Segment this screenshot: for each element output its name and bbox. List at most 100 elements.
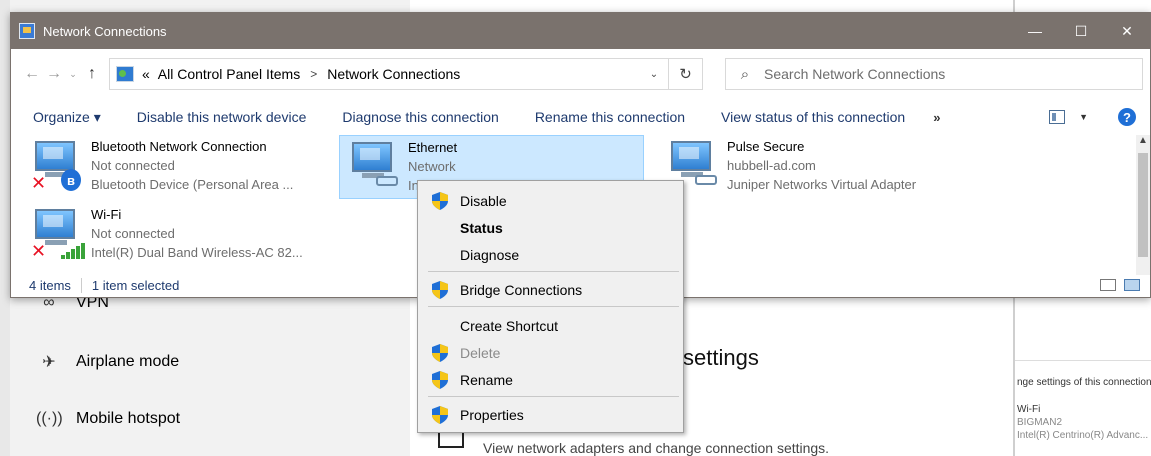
connection-device: Juniper Networks Virtual Adapter (727, 177, 917, 192)
menu-separator (428, 306, 679, 307)
change-view-icon[interactable] (1049, 110, 1066, 124)
menu-item-status[interactable]: Status (418, 214, 683, 241)
bluetooth-icon: ʙ (61, 169, 81, 191)
connection-device: Intel(R) Dual Band Wireless-AC 82... (91, 245, 303, 260)
disconnected-icon: ✕ (31, 173, 47, 193)
view-status-button[interactable]: View status of this connection (703, 109, 923, 125)
window-edge (0, 0, 10, 456)
connection-status: Not connected (91, 158, 175, 173)
airplane-icon: ✈ (42, 354, 56, 371)
up-button[interactable]: ↑ (81, 65, 103, 83)
menu-item-diagnose[interactable]: Diagnose (418, 241, 683, 268)
help-icon[interactable]: ? (1118, 108, 1136, 126)
nav-label: Mobile hotspot (76, 410, 181, 427)
title-bar[interactable]: Network Connections — ☐ ✕ (11, 13, 1150, 49)
adapter-options-description[interactable]: View network adapters and change connect… (483, 440, 829, 456)
details-view-icon[interactable] (1100, 279, 1116, 291)
connection-name: Pulse Secure (727, 139, 805, 154)
search-placeholder: Search Network Connections (764, 66, 946, 82)
nav-item-airplane-mode[interactable]: ✈ Airplane mode (36, 352, 179, 372)
wifi-adapter: Intel(R) Centrino(R) Advanc... (1017, 430, 1149, 441)
vertical-scrollbar[interactable]: ▲ (1136, 135, 1150, 275)
list-item-wifi[interactable]: ✕ Wi-Fi Not connected Intel(R) Dual Band… (11, 203, 331, 267)
cable-icon (695, 175, 717, 185)
menu-item-disable[interactable]: Disable (418, 187, 683, 214)
nav-item-mobile-hotspot[interactable]: ((·)) Mobile hotspot (36, 410, 180, 428)
cable-icon (376, 176, 398, 186)
connection-name: Wi-Fi (91, 207, 122, 222)
menu-label: Diagnose (460, 246, 520, 263)
menu-separator (428, 396, 679, 397)
menu-label: Rename (460, 371, 513, 388)
breadcrumb-overflow[interactable]: « (142, 66, 150, 82)
list-item-bluetooth[interactable]: ✕ ʙ Bluetooth Network Connection Not con… (11, 135, 331, 199)
menu-label: Create Shortcut (460, 317, 559, 334)
connection-status: Network (408, 159, 456, 174)
nav-label: Airplane mode (76, 353, 180, 370)
menu-item-bridge-connections[interactable]: Bridge Connections (418, 276, 683, 303)
rename-connection-button[interactable]: Rename this connection (517, 109, 703, 125)
breadcrumb-all-control-panel-items[interactable]: All Control Panel Items (158, 66, 300, 82)
diagnose-connection-button[interactable]: Diagnose this connection (324, 109, 516, 125)
menu-label: Status (460, 219, 503, 236)
wifi-adapter-entry[interactable]: Wi-Fi BIGMAN2 Intel(R) Centrino(R) Advan… (1017, 403, 1148, 442)
ethernet-connection-icon (348, 140, 400, 192)
close-button[interactable]: ✕ (1104, 13, 1150, 49)
large-icons-view-icon[interactable] (1124, 279, 1140, 291)
search-input[interactable]: ⌕ Search Network Connections (725, 58, 1143, 90)
window-title: Network Connections (43, 23, 167, 39)
uac-shield-icon (432, 405, 448, 424)
menu-label: Disable (460, 192, 507, 209)
scroll-up-icon[interactable]: ▲ (1136, 135, 1150, 146)
bluetooth-connection-icon: ✕ ʙ (31, 139, 83, 193)
connection-name: Ethernet (408, 140, 458, 155)
scroll-thumb[interactable] (1138, 153, 1148, 257)
control-panel-icon (116, 66, 134, 82)
command-bar: Organize ▾ Disable this network device D… (11, 99, 1150, 135)
address-bar[interactable]: « All Control Panel Items > Network Conn… (109, 58, 669, 90)
search-icon: ⌕ (740, 65, 750, 83)
breadcrumb-network-connections[interactable]: Network Connections (327, 66, 460, 82)
hotspot-icon: ((·)) (36, 410, 63, 427)
uac-shield-icon (432, 370, 448, 389)
menu-item-delete[interactable]: Delete (418, 339, 683, 366)
forward-button[interactable]: → (43, 65, 65, 83)
list-item-pulse-secure[interactable]: Pulse Secure hubbell-ad.com Juniper Netw… (647, 135, 967, 199)
divider (1015, 360, 1151, 361)
refresh-button[interactable]: ↻ (669, 58, 703, 90)
organize-button[interactable]: Organize ▾ (11, 109, 119, 126)
menu-item-create-shortcut[interactable]: Create Shortcut (418, 312, 683, 339)
change-settings-link[interactable]: nge settings of this connection (1017, 377, 1151, 388)
maximize-button[interactable]: ☐ (1058, 13, 1104, 49)
disable-device-button[interactable]: Disable this network device (119, 109, 325, 125)
more-commands-button[interactable]: » (923, 110, 950, 125)
menu-label: Bridge Connections (460, 281, 583, 298)
uac-shield-icon (432, 343, 448, 362)
view-toggle (1100, 279, 1150, 291)
recent-locations-button[interactable]: ⌄ (65, 69, 81, 80)
connection-name: Bluetooth Network Connection (91, 139, 267, 154)
chevron-down-icon[interactable]: ▼ (1079, 112, 1088, 122)
breadcrumb-separator[interactable]: > (310, 67, 317, 81)
selection-count: 1 item selected (91, 277, 180, 293)
back-button[interactable]: ← (21, 65, 43, 83)
menu-label: Properties (460, 406, 524, 423)
wifi-network: BIGMAN2 (1017, 417, 1063, 428)
connection-status: hubbell-ad.com (727, 158, 816, 173)
connection-device: Bluetooth Device (Personal Area ... (91, 177, 294, 192)
context-menu: Disable Status Diagnose Bridge Connectio… (417, 180, 684, 433)
settings-heading: settings (683, 345, 759, 370)
menu-separator (428, 271, 679, 272)
uac-shield-icon (432, 280, 448, 299)
view-options: ▼ ? (1049, 108, 1150, 126)
menu-item-properties[interactable]: Properties (418, 401, 683, 428)
chevron-down-icon[interactable]: ⌄ (640, 69, 668, 80)
menu-item-rename[interactable]: Rename (418, 366, 683, 393)
minimize-button[interactable]: — (1012, 13, 1058, 49)
menu-label: Delete (460, 344, 501, 361)
address-row: ← → ⌄ ↑ « All Control Panel Items > Netw… (11, 49, 1150, 99)
network-connections-icon (19, 23, 35, 39)
wifi-connection-icon: ✕ (31, 207, 85, 261)
item-count: 4 items (11, 277, 82, 293)
signal-bars-icon (53, 243, 85, 259)
